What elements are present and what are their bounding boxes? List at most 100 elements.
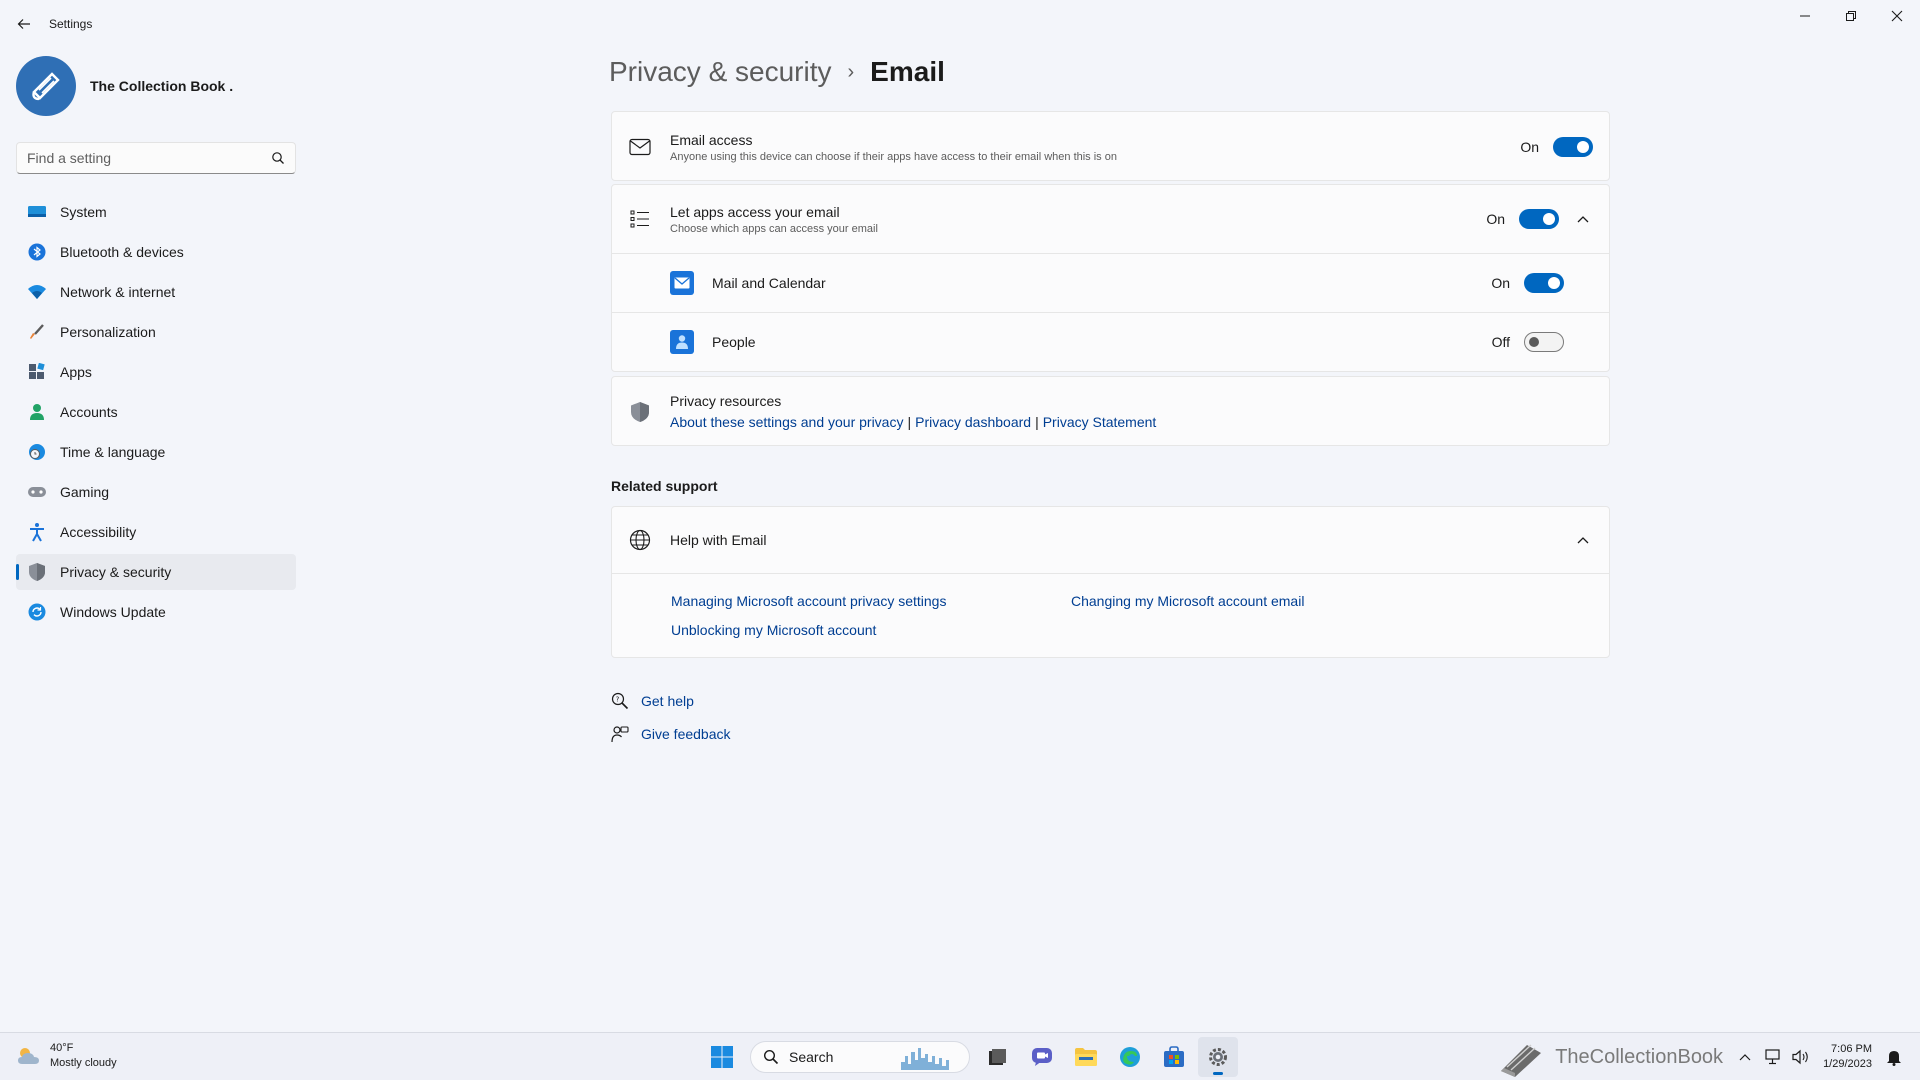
weather-widget[interactable]: 40°F Mostly cloudy: [16, 1041, 117, 1071]
window-controls: [1782, 0, 1920, 32]
people-toggle[interactable]: [1524, 332, 1564, 352]
settings-search[interactable]: [16, 142, 296, 174]
back-button[interactable]: [12, 12, 36, 36]
help-with-email-text: Help with Email: [670, 532, 766, 548]
privacy-resources-text: Privacy resources About these settings a…: [670, 393, 1156, 432]
let-apps-row: Let apps access your email Choose which …: [612, 185, 1609, 254]
city-skyline-icon: [901, 1048, 949, 1070]
update-icon: [26, 601, 48, 623]
link-separator: |: [907, 413, 912, 430]
chevron-up-icon: [1577, 537, 1589, 544]
weather-text: 40°F Mostly cloudy: [50, 1041, 117, 1071]
taskbar-apps: Search: [700, 1037, 1240, 1077]
clock-date: 1/29/2023: [1823, 1058, 1872, 1070]
sidebar-item-privacy-security[interactable]: Privacy & security: [16, 554, 296, 590]
volume-tray-button[interactable]: [1789, 1045, 1813, 1069]
clock[interactable]: 7:06 PM 1/29/2023: [1823, 1042, 1872, 1072]
help-with-email-row[interactable]: Help with Email: [612, 507, 1609, 574]
sidebar-item-bluetooth[interactable]: Bluetooth & devices: [16, 234, 296, 270]
search-icon[interactable]: [271, 151, 285, 165]
sidebar-item-label: Privacy & security: [60, 564, 172, 580]
minimize-button[interactable]: [1782, 0, 1828, 32]
collapse-button[interactable]: [1573, 530, 1593, 550]
watermark-book-icon: [1501, 1044, 1542, 1077]
mail-app-icon: [670, 271, 694, 295]
sidebar-item-apps[interactable]: Apps: [16, 354, 296, 390]
get-help-icon: ?: [611, 692, 629, 710]
privacy-resources-title: Privacy resources: [670, 392, 782, 409]
search-input[interactable]: [27, 150, 271, 166]
shield-icon: [26, 561, 48, 583]
weather-temp: 40°F: [50, 1042, 74, 1054]
give-feedback[interactable]: Give feedback: [611, 725, 731, 743]
sidebar-item-gaming[interactable]: Gaming: [16, 474, 296, 510]
system-tray: TheCollectionBook 7:06 PM 1/29/2023: [1495, 1037, 1908, 1077]
sidebar-item-personalization[interactable]: Personalization: [16, 314, 296, 350]
sidebar-item-label: Gaming: [60, 484, 110, 500]
get-help-link[interactable]: Get help: [641, 693, 694, 709]
let-apps-card: Let apps access your email Choose which …: [611, 184, 1610, 372]
task-view-button[interactable]: [978, 1037, 1018, 1077]
app-name: People: [712, 334, 756, 350]
sidebar-item-time-language[interactable]: Time & language: [16, 434, 296, 470]
unblocking-account-link[interactable]: Unblocking my Microsoft account: [671, 622, 876, 638]
related-support-heading: Related support: [611, 478, 718, 494]
sidebar-item-label: Bluetooth & devices: [60, 244, 184, 260]
network-tray-button[interactable]: [1761, 1045, 1785, 1069]
weather-desc: Mostly cloudy: [50, 1057, 117, 1069]
help-controls: [1559, 530, 1593, 550]
sidebar-item-label: System: [60, 204, 107, 220]
let-apps-title: Let apps access your email: [670, 203, 840, 220]
collapse-button[interactable]: [1573, 209, 1593, 229]
email-access-toggle[interactable]: [1553, 137, 1593, 157]
avatar: [16, 56, 76, 116]
user-profile[interactable]: The Collection Book .: [16, 56, 233, 116]
about-settings-link[interactable]: About these settings and your privacy: [670, 414, 903, 430]
store-button[interactable]: [1154, 1037, 1194, 1077]
email-access-subtitle: Anyone using this device can choose if t…: [670, 150, 1117, 163]
taskbar-search-label: Search: [789, 1049, 834, 1065]
privacy-statement-link[interactable]: Privacy Statement: [1043, 414, 1157, 430]
privacy-resources-card: Privacy resources About these settings a…: [611, 376, 1610, 446]
let-apps-toggle[interactable]: [1519, 209, 1559, 229]
breadcrumb-separator: ›: [847, 60, 855, 83]
privacy-dashboard-link[interactable]: Privacy dashboard: [915, 414, 1031, 430]
show-hidden-icons-button[interactable]: [1733, 1045, 1757, 1069]
breadcrumb-parent[interactable]: Privacy & security: [609, 56, 832, 88]
restore-icon: [1846, 11, 1856, 21]
bell-icon: [1887, 1051, 1901, 1066]
sidebar-item-windows-update[interactable]: Windows Update: [16, 594, 296, 630]
taskbar-search[interactable]: Search: [750, 1041, 970, 1073]
managing-privacy-link[interactable]: Managing Microsoft account privacy setti…: [671, 593, 946, 609]
sidebar-item-network[interactable]: Network & internet: [16, 274, 296, 310]
restore-button[interactable]: [1828, 0, 1874, 32]
file-explorer-button[interactable]: [1066, 1037, 1106, 1077]
app-name: Mail and Calendar: [712, 275, 826, 291]
edge-button[interactable]: [1110, 1037, 1150, 1077]
sidebar-item-label: Personalization: [60, 324, 156, 340]
mail-calendar-controls: On: [1491, 273, 1564, 293]
sidebar-item-system[interactable]: System: [16, 194, 296, 230]
accessibility-icon: [26, 521, 48, 543]
title-bar: Settings: [0, 0, 1920, 46]
folder-icon: [1075, 1048, 1097, 1066]
chat-button[interactable]: [1022, 1037, 1062, 1077]
mail-calendar-toggle[interactable]: [1524, 273, 1564, 293]
sidebar-item-accounts[interactable]: Accounts: [16, 394, 296, 430]
page-title: Email: [870, 56, 945, 87]
sidebar-item-accessibility[interactable]: Accessibility: [16, 514, 296, 550]
sidebar-item-label: Network & internet: [60, 284, 176, 300]
get-help[interactable]: ? Get help: [611, 692, 694, 710]
bluetooth-icon: [26, 241, 48, 263]
notifications-button[interactable]: [1882, 1045, 1906, 1069]
minimize-icon: [1800, 15, 1810, 17]
start-button[interactable]: [702, 1037, 742, 1077]
close-button[interactable]: [1874, 0, 1920, 32]
email-access-controls: On: [1520, 137, 1593, 157]
settings-app-button[interactable]: [1198, 1037, 1238, 1077]
changing-email-link[interactable]: Changing my Microsoft account email: [1071, 593, 1304, 609]
profile-name: The Collection Book .: [90, 78, 234, 94]
give-feedback-link[interactable]: Give feedback: [641, 726, 731, 742]
speaker-icon: [1792, 1049, 1808, 1065]
search-icon: [763, 1049, 779, 1065]
